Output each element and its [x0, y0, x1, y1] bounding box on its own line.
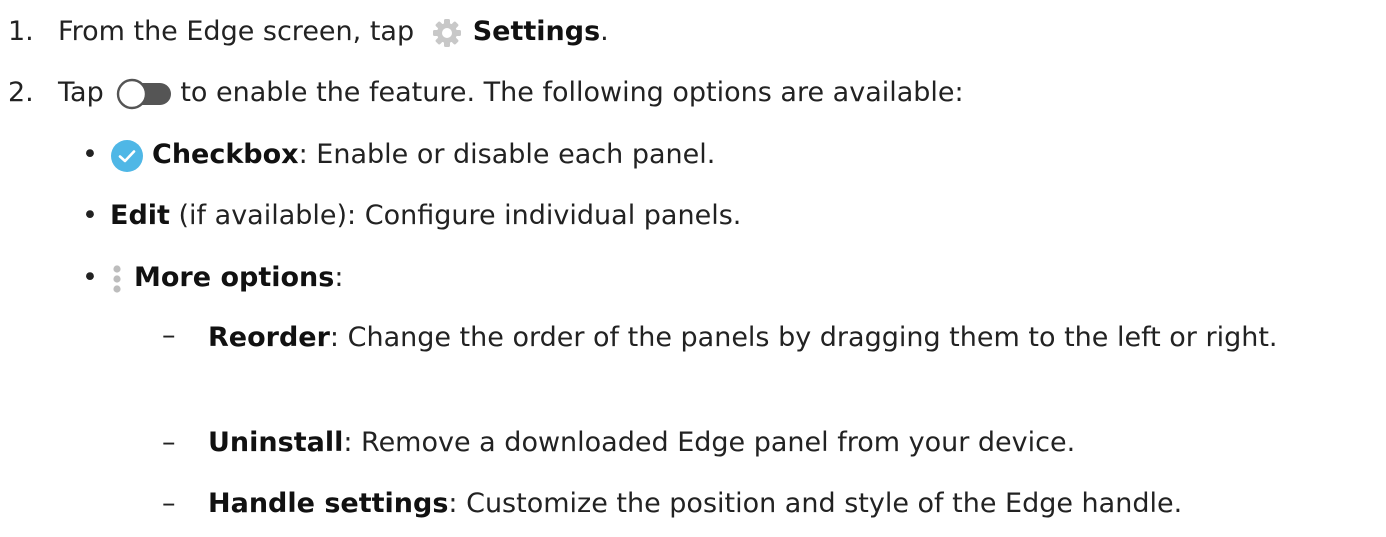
dash-symbol: – — [162, 427, 176, 458]
bullet-symbol: • — [82, 139, 98, 170]
checkbox-checked-icon — [110, 139, 144, 173]
toggle-switch-icon — [116, 78, 174, 110]
gear-icon — [427, 17, 467, 49]
bullet-symbol: • — [82, 262, 98, 293]
bullet-symbol: • — [82, 200, 98, 231]
more-options-icon — [110, 263, 124, 295]
step-number: 2. — [8, 77, 34, 108]
step-2-text: Tap to enable the feature. The following… — [58, 77, 964, 110]
step-1-text: From the Edge screen, tap Settings. — [58, 16, 609, 49]
dash-symbol: – — [162, 488, 176, 519]
step-number: 1. — [8, 16, 34, 47]
dash-symbol: – — [162, 320, 176, 351]
